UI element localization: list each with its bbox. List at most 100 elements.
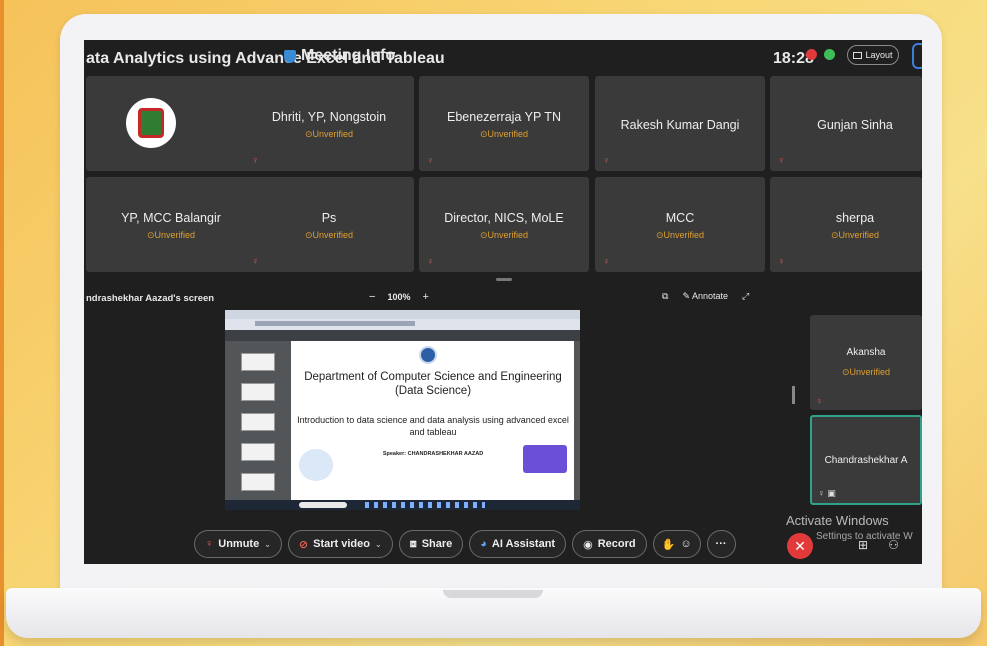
layout-button[interactable]: Layout [847,45,899,65]
meeting-controls: ♀ Unmute ⌄ ⊘ Start video ⌄ ⧈ Share ◕ AI … [194,530,736,558]
participant-tile[interactable]: Ebenezerraja YP TN ⊙Unverified ♀ [419,76,589,171]
shared-screen[interactable]: Department of Computer Science and Engin… [225,310,580,510]
zoom-out-button[interactable]: − [369,291,375,303]
participant-name: Rakesh Kumar Dangi [620,118,740,132]
taskbar-search [299,502,347,508]
participant-name: Ebenezerraja YP TN [447,110,561,124]
participant-name: YP, MCC Balangir [121,211,221,225]
window-control-edge[interactable] [912,43,922,69]
grid-resize-handle[interactable] [496,278,512,281]
pdf-scrollbar[interactable] [574,341,580,501]
zoom-in-button[interactable]: + [422,291,428,303]
participant-tile[interactable]: YP, MCC Balangir ⊙Unverified [86,177,256,272]
unmute-label: Unmute [218,538,260,550]
browser-url-bar [255,321,415,326]
record-button[interactable]: ◉ Record [572,530,647,558]
participant-tile[interactable]: MCC ⊙Unverified ♀ [595,177,765,272]
participant-name: Director, NICS, MoLE [444,211,564,225]
record-label: Record [597,538,636,550]
pdf-thumbnail [241,443,275,461]
participant-tile[interactable]: Akansha ⊙Unverified ♀ [810,315,922,410]
pdf-thumbnail [241,383,275,401]
zoom-level[interactable]: 100% [387,292,410,302]
participant-status: ⊙Unverified [841,367,891,377]
participant-tile[interactable] [86,76,256,171]
bottom-right-tools: ⊞ ⚇ [858,538,899,552]
recording-status-icon[interactable] [806,49,817,60]
presentation-slide: Department of Computer Science and Engin… [293,341,573,501]
participant-tile[interactable]: Rakesh Kumar Dangi ♀ [595,76,765,171]
participant-name: Chandrashekhar A [824,455,908,466]
pdf-toolbar [225,330,580,341]
meeting-window: ata Analytics using Advance Excel and Ta… [84,40,922,564]
participant-tile[interactable]: Dhriti, YP, Nongstoin ⊙Unverified ♀ [244,76,414,171]
chevron-down-icon[interactable]: ⌄ [264,540,271,549]
fullscreen-icon[interactable]: ⤢ [742,291,749,302]
reactions-button[interactable]: ✋ ☺ [652,530,701,558]
mic-off-icon: ♀ [778,155,785,165]
chevron-down-icon[interactable]: ⌄ [375,540,382,549]
meeting-info-label: Meeting Info [301,47,396,64]
participant-name: MCC [665,211,695,225]
participants-icon[interactable]: ⚇ [888,538,899,552]
participant-tile[interactable]: Director, NICS, MoLE ⊙Unverified ♀ [419,177,589,272]
more-icon: ··· [715,538,727,550]
panel-resize-handle[interactable] [792,386,795,404]
browser-tabs [225,310,580,319]
participant-logo [126,98,176,148]
mic-off-icon: ♀ [252,256,259,266]
active-speaker-tile[interactable]: Chandrashekhar A ♀ ▣ [810,415,922,505]
start-video-button[interactable]: ⊘ Start video ⌄ [287,530,393,558]
shared-screen-label: ndrashekhar Aazad's screen [86,293,215,304]
unmute-button[interactable]: ♀ Unmute ⌄ [194,530,282,558]
emoji-icon: ☺ [680,538,692,550]
connection-status-icon[interactable] [824,49,835,60]
participant-name: Ps [321,211,337,225]
mic-off-icon: ♀ [427,155,434,165]
mic-off-icon: ♀ [603,256,610,266]
share-tools: ⧉ ✎ Annotate ⤢ [662,291,749,302]
layout-label: Layout [865,50,893,60]
participant-tile[interactable]: Ps ⊙Unverified ♀ [244,177,414,272]
mic-off-icon: ♀ [427,256,434,266]
screen-options-icon[interactable]: ⧉ [662,291,668,302]
mic-off-icon: ♀ [778,256,785,266]
participant-status: ⊙Unverified [304,230,354,240]
meeting-info-button[interactable]: Meeting Info [284,47,395,65]
participant-name: Dhriti, YP, Nongstoin [271,110,387,124]
participant-tile[interactable]: sherpa ⊙Unverified ♀ [770,177,922,272]
more-options-button[interactable]: ··· [706,530,736,558]
shared-taskbar [225,500,580,510]
participant-status: ⊙Unverified [655,230,705,240]
pdf-thumbnails [225,341,291,501]
end-call-button[interactable]: ✕ [787,533,813,559]
participant-tile[interactable]: Gunjan Sinha ♀ [770,76,922,171]
slide-department: Department of Computer Science and Engin… [304,371,562,397]
pdf-thumbnail [241,353,275,371]
participant-status: ⊙Unverified [479,129,529,139]
participant-status: ⊙Unverified [830,230,880,240]
annotate-button[interactable]: ✎ Annotate [682,291,728,302]
apps-icon[interactable]: ⊞ [858,538,868,552]
hand-raise-icon: ✋ [661,538,676,551]
share-button[interactable]: ⧈ Share [398,530,464,558]
data-illustration-icon [299,449,333,481]
record-icon: ◉ [583,538,593,551]
background-edge [0,0,4,646]
share-screen-icon: ⧈ [409,537,417,550]
mic-off-icon: ♀ [252,155,259,165]
mic-off-icon: ♀ [205,538,214,550]
ai-assistant-button[interactable]: ◕ AI Assistant [469,530,567,558]
participant-name: Gunjan Sinha [817,118,893,132]
laptop-notch [443,590,543,598]
video-off-icon: ⊘ [298,538,309,551]
university-logo [419,346,437,364]
zoom-controls: − 100% + [369,291,429,303]
browser-toolbar [225,310,580,330]
start-video-label: Start video [313,538,370,550]
ai-assistant-label: AI Assistant [491,538,556,550]
participant-status: ⊙Unverified [479,230,529,240]
participant-status: ⊙Unverified [304,129,354,139]
ai-assistant-icon: ◕ [480,538,487,550]
mic-on-icon: ♀ ▣ [818,488,836,498]
